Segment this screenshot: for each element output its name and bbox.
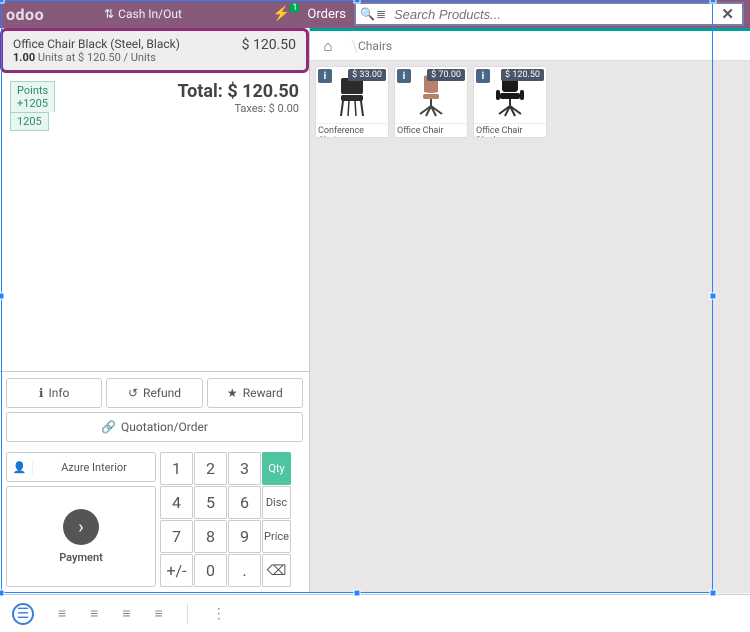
key-4[interactable]: 4 xyxy=(160,486,193,519)
key-backspace[interactable]: ⌫ xyxy=(262,554,291,587)
order-panel: Office Chair Black (Steel, Black) 1.00 U… xyxy=(0,28,310,593)
bottom-toolbar: ☰ ≡ ≡ ≡ ≡ ⋮ xyxy=(0,594,750,632)
key-3[interactable]: 3 xyxy=(228,452,261,485)
tool-align-justify-icon[interactable]: ≡ xyxy=(155,605,163,622)
tool-align-right-icon[interactable]: ≡ xyxy=(122,605,130,622)
breadcrumb-category[interactable]: Chairs xyxy=(346,39,404,53)
product-panel: ⌂ Chairs i $ 33.00 Conference Chair i $ … xyxy=(310,28,750,593)
info-button[interactable]: ℹInfo xyxy=(6,378,102,408)
order-total: Total: $ 120.50 Taxes: $ 0.00 xyxy=(177,81,299,131)
key-5[interactable]: 5 xyxy=(194,486,227,519)
logo: odoo xyxy=(6,5,44,24)
key-2[interactable]: 2 xyxy=(194,452,227,485)
chevron-right-icon: › xyxy=(63,509,99,545)
orders-label: Orders xyxy=(307,7,346,22)
quotation-button[interactable]: 🔗Quotation/Order xyxy=(6,412,303,442)
barcode-icon: ≣ xyxy=(376,7,386,21)
product-image: i $ 33.00 xyxy=(316,67,388,123)
product-card[interactable]: i $ 33.00 Conference Chair xyxy=(315,66,389,138)
search-icons: 🔍 ≣ xyxy=(356,7,390,21)
product-info-icon[interactable]: i xyxy=(397,69,411,83)
product-info-icon[interactable]: i xyxy=(318,69,332,83)
key-6[interactable]: 6 xyxy=(228,486,261,519)
refund-icon: ↺ xyxy=(128,386,138,400)
product-price-tag: $ 120.50 xyxy=(501,69,544,81)
product-image: i $ 120.50 xyxy=(474,67,546,123)
key-1[interactable]: 1 xyxy=(160,452,193,485)
product-name: Office Chair Black xyxy=(474,123,546,137)
tool-hamburger-icon[interactable]: ☰ xyxy=(12,603,34,625)
product-grid: i $ 33.00 Conference Chair i $ 70.00 Off… xyxy=(310,61,750,143)
line-qty: 1.00 Units at $ 120.50 / Units xyxy=(13,51,180,64)
line-product-name: Office Chair Black (Steel, Black) xyxy=(13,37,180,51)
product-price-tag: $ 33.00 xyxy=(348,69,386,81)
tool-align-left-icon[interactable]: ≡ xyxy=(58,605,66,622)
user-icon: 👤 xyxy=(7,461,33,474)
key-dot[interactable]: . xyxy=(228,554,261,587)
order-line[interactable]: Office Chair Black (Steel, Black) 1.00 U… xyxy=(0,28,309,73)
action-buttons: ℹInfo ↺Refund ★Reward 🔗Quotation/Order xyxy=(0,371,309,452)
mode-qty[interactable]: Qty xyxy=(262,452,291,485)
orders-badge: 1 xyxy=(289,3,300,13)
payment-button[interactable]: › Payment xyxy=(6,486,156,587)
info-icon: ℹ xyxy=(39,386,44,400)
cash-in-out-button[interactable]: ⇅ Cash In/Out xyxy=(104,7,182,21)
numpad: 1 2 3 Qty 4 5 6 Disc 7 8 9 Price +/- 0 .… xyxy=(160,452,291,587)
key-plusminus[interactable]: +/- xyxy=(160,554,193,587)
product-info-icon[interactable]: i xyxy=(476,69,490,83)
orders-icon: ⚡ xyxy=(273,6,290,22)
key-7[interactable]: 7 xyxy=(160,520,193,553)
star-icon: ★ xyxy=(227,386,238,400)
customer-button[interactable]: 👤 Azure Interior xyxy=(6,452,156,482)
product-card[interactable]: i $ 120.50 Office Chair Black xyxy=(473,66,547,138)
top-bar: odoo ⇅ Cash In/Out ⚡ 1 Orders 🔍 ≣ ✕ xyxy=(0,0,750,28)
tool-align-center-icon[interactable]: ≡ xyxy=(90,605,98,622)
mode-disc[interactable]: Disc xyxy=(262,486,291,519)
tool-more-icon[interactable]: ⋮ xyxy=(212,606,226,622)
loyalty-points: Points+1205 1205 xyxy=(10,81,55,131)
product-price-tag: $ 70.00 xyxy=(427,69,465,81)
reward-button[interactable]: ★Reward xyxy=(207,378,303,408)
link-icon: 🔗 xyxy=(101,420,116,434)
key-0[interactable]: 0 xyxy=(194,554,227,587)
refund-button[interactable]: ↺Refund xyxy=(106,378,202,408)
product-image: i $ 70.00 xyxy=(395,67,467,123)
key-9[interactable]: 9 xyxy=(228,520,261,553)
product-name: Office Chair xyxy=(395,123,467,137)
search-input[interactable] xyxy=(390,7,713,22)
mode-price[interactable]: Price xyxy=(262,520,291,553)
search-icon: 🔍 xyxy=(360,7,375,21)
cash-icon: ⇅ xyxy=(104,7,114,21)
cash-label: Cash In/Out xyxy=(118,7,182,21)
payment-label: Payment xyxy=(59,551,103,564)
key-8[interactable]: 8 xyxy=(194,520,227,553)
search-box[interactable]: 🔍 ≣ ✕ xyxy=(354,2,744,26)
clear-search-button[interactable]: ✕ xyxy=(713,5,742,23)
customer-name: Azure Interior xyxy=(33,461,155,474)
breadcrumb: ⌂ Chairs xyxy=(310,31,750,61)
product-card[interactable]: i $ 70.00 Office Chair xyxy=(394,66,468,138)
product-name: Conference Chair xyxy=(316,123,388,137)
orders-button[interactable]: ⚡ 1 Orders xyxy=(265,6,354,22)
line-price: $ 120.50 xyxy=(242,37,296,64)
